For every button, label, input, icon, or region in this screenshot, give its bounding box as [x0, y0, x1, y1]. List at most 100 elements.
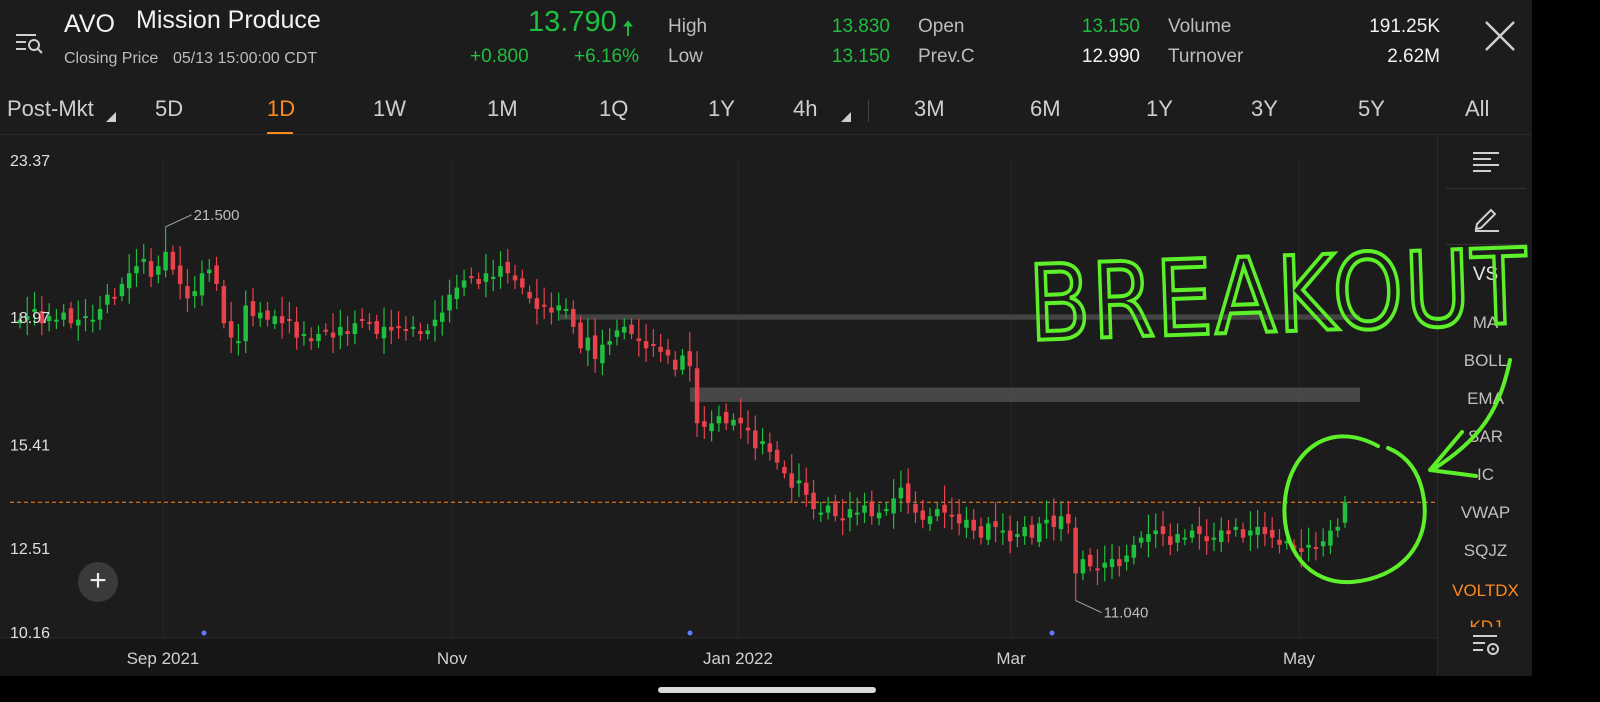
candle-body	[1211, 537, 1217, 540]
candle-body	[1036, 523, 1042, 542]
candle-body	[884, 509, 889, 512]
candle-body	[1299, 548, 1304, 552]
candle-body	[170, 251, 176, 270]
candle-body	[833, 501, 838, 517]
app-window: AVO Mission Produce Closing Price 05/13 …	[0, 0, 1532, 676]
x-tick-label: Sep 2021	[127, 649, 200, 668]
low-value: 13.150	[831, 46, 890, 67]
tab-post-mkt[interactable]: Post-Mkt	[7, 96, 94, 122]
candle-body	[789, 473, 794, 488]
indicator-vwap[interactable]: VWAP	[1438, 503, 1532, 523]
candle-body	[112, 296, 117, 299]
tab-1d[interactable]: 1D	[267, 96, 295, 122]
candle-body	[1233, 526, 1239, 530]
high-value: 13.830	[831, 16, 890, 37]
candle-body	[461, 280, 467, 288]
candle-body	[1117, 559, 1122, 567]
divider	[1446, 244, 1526, 245]
candle-body	[665, 349, 671, 356]
candle-body	[731, 419, 736, 426]
candle-body	[622, 326, 627, 333]
candle-body	[1095, 568, 1100, 571]
add-button[interactable]: +	[78, 562, 118, 602]
candle-body	[374, 321, 379, 335]
close-icon[interactable]	[1482, 18, 1518, 54]
candle-body	[1000, 530, 1006, 533]
candle-body	[1044, 519, 1049, 524]
tab-1q[interactable]: 1Q	[599, 96, 628, 122]
low-leader-line	[1075, 600, 1102, 614]
indicator-vs[interactable]: VS	[1438, 264, 1532, 286]
candle-body	[338, 326, 343, 336]
y-tick-label: 23.37	[10, 153, 50, 170]
indicator-kdj[interactable]: KDJ	[1438, 617, 1532, 627]
resistance-zone	[560, 314, 1360, 320]
candle-body	[54, 319, 59, 322]
low-price-label: 11.040	[1104, 605, 1149, 622]
candle-body	[840, 518, 845, 521]
candle-body	[876, 512, 882, 519]
indicator-ma[interactable]: MA	[1438, 313, 1532, 333]
candle-body	[592, 335, 598, 360]
candle-body	[243, 305, 248, 342]
indicator-sar[interactable]: SAR	[1438, 427, 1532, 447]
candle-body	[126, 273, 132, 289]
tab-all[interactable]: All	[1465, 96, 1489, 122]
candle-body	[723, 411, 729, 424]
candle-body	[1022, 526, 1027, 537]
menu-search-icon[interactable]	[14, 28, 44, 56]
company-name: Mission Produce	[136, 6, 321, 34]
candle-body	[1087, 554, 1093, 567]
candles	[17, 226, 1348, 601]
indicator-boll[interactable]: BOLL	[1438, 351, 1532, 371]
indicator-sqjz[interactable]: SQJZ	[1438, 541, 1532, 561]
indicator-ic[interactable]: IC	[1438, 465, 1532, 485]
divider	[0, 134, 1532, 135]
tab-3m[interactable]: 3M	[914, 96, 945, 122]
candle-body	[141, 258, 147, 262]
tab-1y-interval[interactable]: 1Y	[708, 96, 735, 122]
candle-body	[483, 273, 489, 282]
indicator-voltdx[interactable]: VOLTDX	[1438, 581, 1532, 601]
draw-pencil-icon[interactable]	[1471, 202, 1501, 232]
candle-body	[1291, 545, 1297, 549]
indicator-ema[interactable]: EMA	[1438, 389, 1532, 409]
tab-1y-range[interactable]: 1Y	[1146, 96, 1173, 122]
tab-4h[interactable]: 4h	[793, 96, 817, 122]
candle-body	[563, 308, 569, 311]
candlestick-chart[interactable]: 23.37 18.97 15.41 12.51 10.16 Sep 2021 Nov Jan …	[0, 136, 1437, 676]
list-lines-icon[interactable]	[1471, 150, 1501, 174]
home-indicator[interactable]	[658, 687, 876, 693]
candle-body	[1342, 502, 1348, 523]
tab-1w[interactable]: 1W	[373, 96, 406, 122]
candle-body	[1182, 537, 1188, 540]
candle-body	[505, 261, 511, 274]
candle-body	[199, 273, 205, 296]
x-tick-label: May	[1283, 649, 1316, 668]
tab-6m[interactable]: 6M	[1030, 96, 1061, 122]
candle-body	[942, 504, 947, 513]
candle-body	[651, 344, 656, 347]
low-label: Low	[668, 46, 703, 67]
candle-body	[687, 351, 693, 367]
tab-1m[interactable]: 1M	[487, 96, 518, 122]
candle-body	[323, 329, 329, 332]
candle-body	[119, 283, 125, 297]
candle-body	[549, 307, 554, 313]
candle-body	[396, 326, 401, 329]
candle-body	[308, 338, 314, 342]
tab-5d[interactable]: 5D	[155, 96, 183, 122]
candle-body	[607, 341, 612, 345]
candle-body	[1320, 541, 1326, 547]
y-tick-label: 10.16	[10, 625, 50, 642]
candle-body	[862, 505, 867, 513]
tab-3y[interactable]: 3Y	[1251, 96, 1278, 122]
candle-body	[432, 319, 438, 327]
candle-body	[1073, 527, 1078, 574]
indicator-settings-icon[interactable]	[1471, 630, 1501, 660]
candle-body	[381, 326, 387, 339]
candle-body	[1218, 530, 1224, 542]
tab-5y[interactable]: 5Y	[1358, 96, 1385, 122]
candle-body	[192, 291, 197, 297]
volume-label: Volume	[1168, 16, 1232, 37]
